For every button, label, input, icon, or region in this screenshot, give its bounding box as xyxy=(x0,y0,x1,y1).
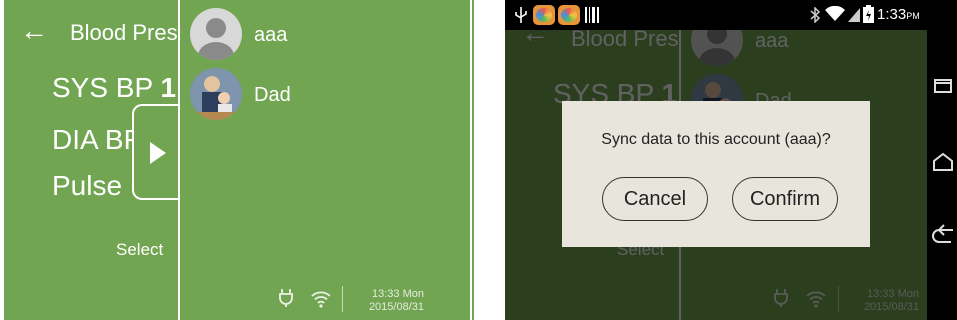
account-name: aaa xyxy=(254,24,288,46)
left-screen: ← Blood Pres SYS BP 1 DIA BF Pulse Selec… xyxy=(4,0,474,320)
sys-bp-reading: SYS BP 1 xyxy=(52,72,177,103)
app-notification-icon xyxy=(558,5,580,25)
app-title: Blood Pres xyxy=(70,20,178,45)
recent-apps-icon[interactable] xyxy=(931,74,955,98)
confirm-button[interactable]: Confirm xyxy=(732,177,838,221)
drawer-toggle-button[interactable] xyxy=(132,104,178,200)
select-hint: Select xyxy=(116,240,164,259)
home-icon[interactable] xyxy=(931,150,955,174)
right-screen: ← Blood Pres SYS BP 1 Select aaa xyxy=(505,0,957,320)
bluetooth-icon xyxy=(810,7,821,23)
photo-avatar-icon xyxy=(190,68,242,120)
wifi-icon xyxy=(825,6,845,21)
account-name: Dad xyxy=(254,84,291,106)
pulse-reading: Pulse xyxy=(52,170,123,201)
dia-bp-reading: DIA BF xyxy=(52,124,141,155)
account-item-dad[interactable]: Dad xyxy=(190,68,450,124)
signal-icon xyxy=(848,8,860,22)
battery-icon xyxy=(863,5,874,23)
wifi-icon xyxy=(311,291,331,308)
cancel-button[interactable]: Cancel xyxy=(602,177,708,221)
barcode-icon xyxy=(585,7,599,23)
android-status-bar: 1:33PM xyxy=(505,0,927,30)
android-nav-bar xyxy=(927,0,957,320)
account-drawer: aaa Dad xyxy=(178,0,472,320)
back-icon[interactable] xyxy=(931,224,955,248)
sync-confirm-dialog: Sync data to this account (aaa)? Cancel … xyxy=(562,101,870,247)
status-separator xyxy=(342,286,343,312)
usb-icon xyxy=(515,7,527,23)
dialog-message: Sync data to this account (aaa)? xyxy=(601,131,831,148)
android-clock: 1:33PM xyxy=(877,6,920,23)
device-status-bar: 13:33 Mon 2015/08/31 xyxy=(4,276,474,320)
app-notification-icon xyxy=(533,5,555,25)
back-arrow-icon[interactable]: ← xyxy=(20,16,48,46)
default-person-avatar-icon xyxy=(190,8,242,60)
device-clock: 13:33 Mon 2015/08/31 xyxy=(368,288,424,313)
account-item-aaa[interactable]: aaa xyxy=(190,8,450,64)
play-arrow-icon xyxy=(150,142,166,164)
plug-icon xyxy=(279,289,293,307)
